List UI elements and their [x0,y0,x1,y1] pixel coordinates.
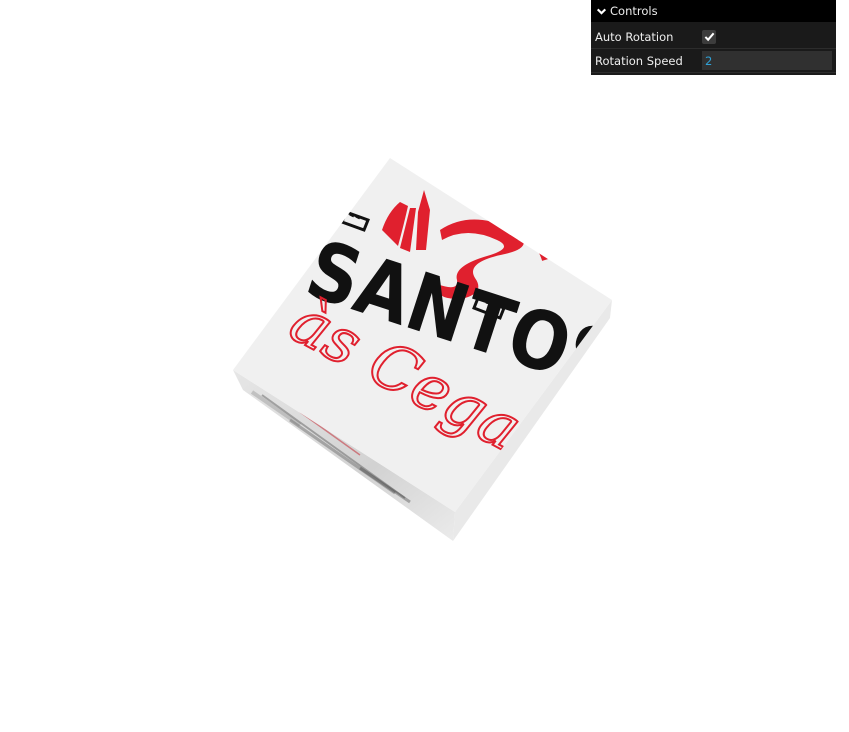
controls-header[interactable]: Controls [591,0,836,22]
rotation-speed-input[interactable] [702,51,832,70]
controls-title: Controls [610,4,658,18]
controls-panel: Controls Auto Rotation Rotation Speed [591,0,836,75]
auto-rotation-checkbox[interactable] [702,29,716,44]
rotation-speed-label: Rotation Speed [595,53,683,68]
auto-rotation-row: Auto Rotation [591,25,836,49]
auto-rotation-label: Auto Rotation [595,29,674,44]
cube-front-face: SANTOS às Cegas [233,158,612,512]
checkmark-icon [704,32,714,42]
cube-canvas[interactable]: SANTOS às Cegas [0,0,849,732]
rotation-speed-row: Rotation Speed [591,49,836,73]
chevron-down-icon [596,8,607,15]
